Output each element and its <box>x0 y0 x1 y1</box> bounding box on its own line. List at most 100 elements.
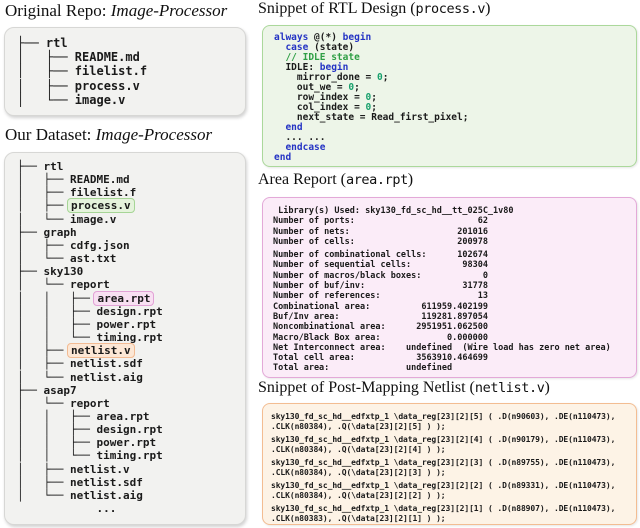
line: .CLK(n80384), .Q(\data[23][2][5] ) ); <box>271 422 636 432</box>
tree-item-image-v: image.v <box>70 213 116 226</box>
tree-item-process-v: process.v <box>75 79 140 93</box>
tree-item--: ... <box>96 502 116 515</box>
tree-item-rtl: rtl <box>44 160 64 173</box>
area-title-text: Area Report ( <box>258 171 346 188</box>
tree-item-sky130: sky130 <box>44 265 84 278</box>
tree-item-netlist-sdf: netlist.sdf <box>70 357 143 370</box>
rtl-title-filename: process.v <box>416 1 486 17</box>
tree-branch: │ ├── <box>17 239 70 252</box>
tree-branch: │ └── <box>17 93 75 107</box>
tree-item-netlist-sdf: netlist.sdf <box>70 476 143 489</box>
line: │ ├── filelist.f <box>17 64 245 78</box>
tree-item-power-rpt: power.rpt <box>96 436 156 449</box>
netlist-title-suffix: ) <box>544 379 549 396</box>
tree-branch: │ ├── <box>17 344 70 357</box>
line: │ ├── cdfg.json <box>17 239 245 252</box>
line: ├── rtl <box>17 160 245 173</box>
line: Number of nets: 201016 <box>273 227 636 237</box>
line: │ │ ├── power.rpt <box>17 318 245 331</box>
line: │ ├── netlist.sdf <box>17 476 245 489</box>
tree-branch: ├── <box>17 265 44 278</box>
tree-branch: │ │ └── <box>17 449 96 462</box>
tree-branch: │ │ ├── <box>17 292 96 305</box>
line: Number of macros/black boxes: 0 <box>273 271 636 281</box>
tree-branch <box>17 502 96 515</box>
tree-item-design-rpt: design.rpt <box>96 423 162 436</box>
tree-branch: │ │ ├── <box>17 436 96 449</box>
tree-branch: │ ├── <box>17 50 75 64</box>
area-report-text: Library(s) Used: sky130_fd_sc_hd__tt_025… <box>263 198 636 374</box>
tree-item-rtl: rtl <box>46 36 68 50</box>
line: sky130_fd_sc_hd__edfxtp_1 \data_reg[23][… <box>271 504 636 514</box>
code-kw: end <box>274 152 291 163</box>
code-text: next_state = Read_first_pixel; <box>274 112 468 123</box>
rtl-title-text: Snippet of RTL Design ( <box>258 0 416 17</box>
tree-item-asap7: asap7 <box>44 384 77 397</box>
tree-item-netlist-aig: netlist.aig <box>70 371 143 384</box>
tree-item-power-rpt: power.rpt <box>96 318 156 331</box>
line: Buf/Inv area: 119281.897054 <box>273 312 636 322</box>
original-repo-title-text: Original Repo: <box>5 1 111 20</box>
tree-item-timing-rpt: timing.rpt <box>96 449 162 462</box>
netlist-title-text: Snippet of Post-Mapping Netlist ( <box>258 379 475 396</box>
rtl-code-panel: always @(*) begin case (state) // IDLE s… <box>262 25 637 167</box>
area-title-filename: area.rpt <box>346 172 408 188</box>
line: │ ├── README.md <box>17 173 245 186</box>
tree-branch: │ ├── <box>17 186 70 199</box>
tree-branch: │ └── <box>17 278 70 291</box>
line: │ │ ├── design.rpt <box>17 423 245 436</box>
line: end <box>274 123 636 133</box>
line: │ └── netlist.aig <box>17 489 245 502</box>
line: Total cell area: 3563910.464699 <box>273 353 636 363</box>
line: │ ├── netlist.v <box>17 344 245 357</box>
dataset-title: Our Dataset: Image-Processor <box>5 125 212 145</box>
tree-branch: │ └── <box>17 213 70 226</box>
tree-item-filelist-f: filelist.f <box>70 186 136 199</box>
line: .CLK(n80383), .Q(\data[23][2][1] ) ); <box>271 514 636 524</box>
line: next_state = Read_first_pixel; <box>274 113 636 123</box>
tree-item-area-rpt: area.rpt <box>96 410 149 423</box>
netlist-title-filename: netlist.v <box>475 380 545 396</box>
area-report-title: Area Report (area.rpt) <box>258 171 413 189</box>
line: Number of references: 13 <box>273 291 636 301</box>
line: sky130_fd_sc_hd__edfxtp_1 \data_reg[23][… <box>271 412 636 422</box>
area-report-panel: Library(s) Used: sky130_fd_sc_hd__tt_025… <box>262 197 637 378</box>
line: ├── graph <box>17 226 245 239</box>
tree-branch: │ │ ├── <box>17 423 96 436</box>
line: .CLK(n80384), .Q(\data[23][2][3] ) ); <box>271 468 636 478</box>
line: .CLK(n80384), .Q(\data[23][2][4] ) ); <box>271 445 636 455</box>
tree-branch: │ └── <box>17 371 70 384</box>
line: Net Interconnect area: undefined (Wire l… <box>273 343 636 353</box>
dataset-name: Image-Processor <box>96 125 212 144</box>
tree-item-readme-md: README.md <box>70 173 130 186</box>
line: │ └── report <box>17 278 245 291</box>
line: │ │ ├── power.rpt <box>17 436 245 449</box>
tree-branch: │ └── <box>17 397 70 410</box>
line: │ ├── README.md <box>17 50 245 64</box>
line: Number of buf/inv: 31778 <box>273 281 636 291</box>
tree-branch: │ ├── <box>17 79 75 93</box>
code-kw: endcase <box>285 142 325 153</box>
line: end <box>274 153 636 163</box>
paper-figure: Original Repo: Image-Processor ├── rtl│ … <box>0 0 640 528</box>
dataset-tree: ├── rtl│ ├── README.md│ ├── filelist.f│ … <box>5 153 245 515</box>
line: ... <box>17 502 245 515</box>
line: │ │ ├── area.rpt <box>17 292 245 305</box>
line: ├── asap7 <box>17 384 245 397</box>
tree-item-netlist-v: netlist.v <box>67 343 135 358</box>
netlist-snippet-title: Snippet of Post-Mapping Netlist (netlist… <box>258 379 550 397</box>
tree-item-report: report <box>70 397 110 410</box>
line: │ ├── netlist.v <box>17 463 245 476</box>
tree-item-cdfg-json: cdfg.json <box>70 239 130 252</box>
code-text: ; <box>383 72 389 83</box>
netlist-code: sky130_fd_sc_hd__edfxtp_1 \data_reg[23][… <box>263 404 636 524</box>
tree-branch: ├── <box>17 226 44 239</box>
line: │ │ └── timing.rpt <box>17 449 245 462</box>
tree-item-area-rpt: area.rpt <box>93 291 154 306</box>
dataset-panel: ├── rtl│ ├── README.md│ ├── filelist.f│ … <box>4 152 246 525</box>
tree-item-image-v: image.v <box>75 93 126 107</box>
tree-branch: │ ├── <box>17 476 70 489</box>
line: Number of cells: 200978 <box>273 237 636 247</box>
line: │ └── image.v <box>17 213 245 226</box>
line: Number of sequential cells: 98304 <box>273 260 636 270</box>
